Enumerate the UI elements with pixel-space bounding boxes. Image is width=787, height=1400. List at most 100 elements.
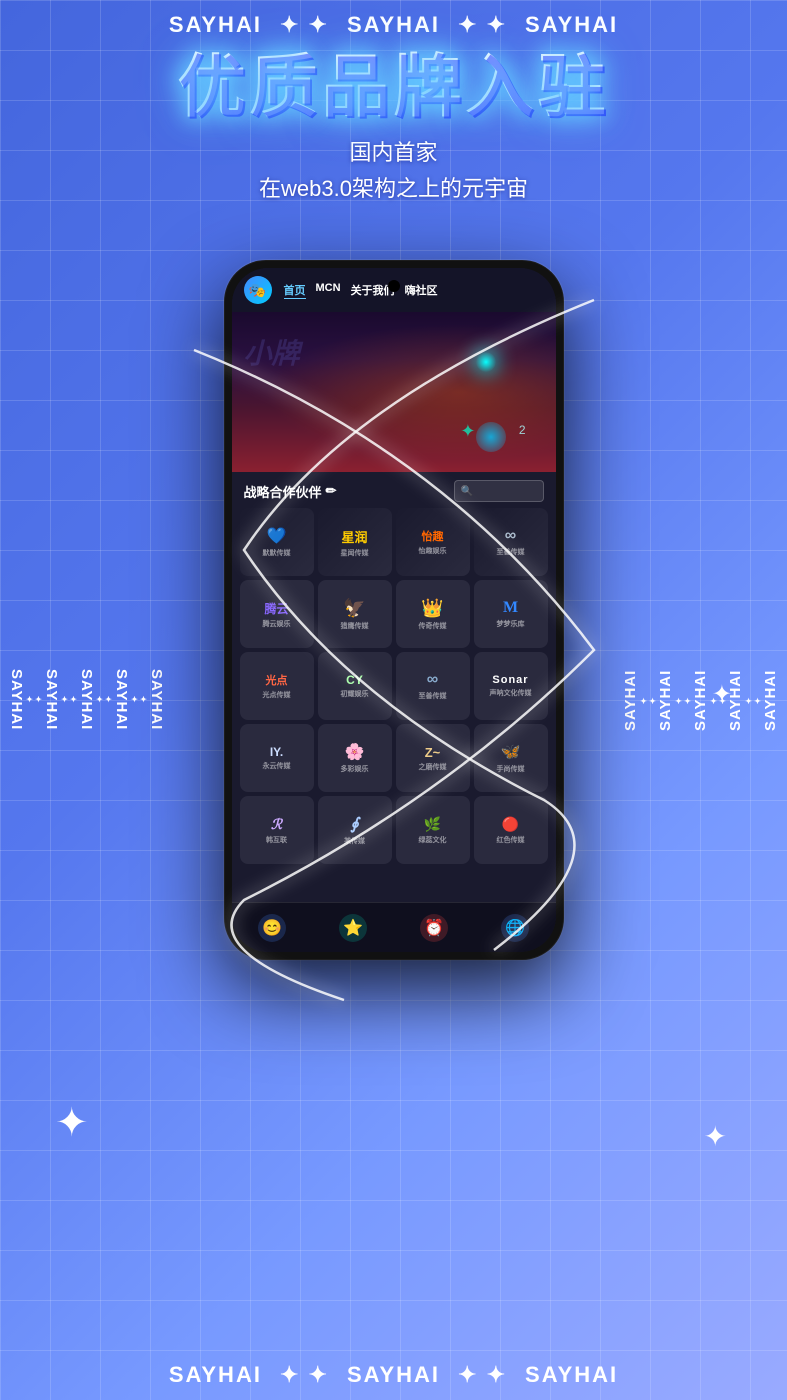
- brand-card-13[interactable]: IY. 永云传媒: [240, 724, 314, 792]
- nav-links: 首页 MCN 关于我们 嗨社区: [284, 282, 438, 299]
- bottom-nav-icon-3: ⏰: [420, 914, 448, 942]
- brand-card-6[interactable]: 🦅 猎鹰传媒: [318, 580, 392, 648]
- brand-card-4[interactable]: ∞ 至善传媒: [474, 508, 548, 576]
- star-2: ✦ ✦: [458, 12, 507, 38]
- right-star-2: ✦: [648, 695, 657, 705]
- bottom-nav-item-1[interactable]: 😊: [258, 914, 286, 942]
- brand-logo-1: 💙 默默传媒: [246, 514, 308, 570]
- left-star-1: ✦: [139, 695, 148, 705]
- phone-bottom-nav: 😊 ⭐ ⏰ 🌐: [232, 902, 556, 952]
- brand-card-12[interactable]: Sonar 声呐文化传媒: [474, 652, 548, 720]
- nav-logo: 🎭: [244, 276, 272, 304]
- sub-title-2: 在web3.0架构之上的元宇宙: [60, 171, 727, 203]
- brand-card-2[interactable]: 星润 星闻传媒: [318, 508, 392, 576]
- right-text-5: SAYHAI: [762, 669, 779, 730]
- brand-logo-4: ∞ 至善传媒: [480, 514, 542, 570]
- left-star-8: ✦: [25, 695, 34, 705]
- brand-logo-20: 🔴 红色传媒: [480, 802, 542, 858]
- brand-name-1: 默默传媒: [263, 548, 291, 558]
- bottom-nav-item-3[interactable]: ⏰: [420, 914, 448, 942]
- brand-logo-3: 怡趣 怡趣娱乐: [402, 514, 464, 570]
- brand-card-1[interactable]: 💙 默默传媒: [240, 508, 314, 576]
- brand-name-6: 猎鹰传媒: [341, 621, 369, 631]
- right-text-2: SAYHAI: [657, 669, 674, 730]
- marquee-text-3: SAYHAI: [525, 12, 618, 38]
- brand-logo-2: 星润 星闻传媒: [324, 514, 386, 570]
- brand-card-14[interactable]: 🌸 多彩娱乐: [318, 724, 392, 792]
- nav-link-home[interactable]: 首页: [284, 282, 306, 299]
- pencil-icon: ✏: [326, 483, 337, 499]
- brand-card-17[interactable]: ℛ 韩互联: [240, 796, 314, 864]
- left-star-7: ✦: [34, 695, 43, 705]
- nav-link-mcn[interactable]: MCN: [316, 282, 341, 299]
- nav-link-community[interactable]: 嗨社区: [405, 282, 438, 299]
- brand-logo-13: IY. 永云传媒: [246, 730, 308, 786]
- brand-logo-9: 光点 光点传媒: [246, 658, 308, 714]
- yz-text: 星润: [341, 527, 369, 546]
- brand-logo-sonar: Sonar 声呐文化传媒: [480, 658, 542, 714]
- brand-name-4: 至善传媒: [497, 547, 525, 557]
- search-box[interactable]: 🔍: [454, 480, 544, 502]
- brand-logo-5: 腾云 腾云娱乐: [246, 586, 308, 642]
- brand-name-15: 之磨传媒: [419, 762, 447, 772]
- bottom-marquee: SAYHAI ✦ ✦ SAYHAI ✦ ✦ SAYHAI: [0, 1362, 787, 1388]
- brand-card-5[interactable]: 腾云 腾云娱乐: [240, 580, 314, 648]
- brand-logo-6: 🦅 猎鹰传媒: [324, 586, 386, 642]
- right-star-3: ✦: [674, 695, 683, 705]
- phone-hero-image: 小牌 ✦ 2: [232, 312, 556, 472]
- main-title: 优质品牌入驻: [60, 50, 727, 125]
- sparkle-icon-3: ✦: [704, 1120, 727, 1153]
- brand-name-11: 至善传媒: [419, 691, 447, 701]
- phone-screen: 🎭 首页 MCN 关于我们 嗨社区 小牌 ✦ 2: [232, 268, 556, 952]
- header-section: 优质品牌入驻 国内首家 在web3.0架构之上的元宇宙: [0, 50, 787, 203]
- brand-name-14: 多彩娱乐: [341, 764, 369, 774]
- bottom-nav-item-2[interactable]: ⭐: [339, 914, 367, 942]
- brand-name-5: 腾云娱乐: [263, 619, 291, 629]
- right-text-3: SAYHAI: [692, 669, 709, 730]
- right-text-1: SAYHAI: [622, 669, 639, 730]
- phone-outer-shell: 🎭 首页 MCN 关于我们 嗨社区 小牌 ✦ 2: [224, 260, 564, 960]
- right-star-4: ✦: [683, 695, 692, 705]
- brand-name-8: 梦梦乐库: [497, 619, 525, 629]
- brand-card-16[interactable]: 🦋 手尚传媒: [474, 724, 548, 792]
- partners-section: 战略合作伙伴 ✏ 🔍 💙 默默传媒: [232, 472, 556, 902]
- left-star-2: ✦: [130, 695, 139, 705]
- brand-card-11[interactable]: ∞ 至善传媒: [396, 652, 470, 720]
- brand-card-20[interactable]: 🔴 红色传媒: [474, 796, 548, 864]
- brand-name-20: 红色传媒: [497, 835, 525, 845]
- left-text-4: SAYHAI: [43, 669, 60, 730]
- brand-card-10[interactable]: CY 初耀娱乐: [318, 652, 392, 720]
- marquee-text-2: SAYHAI: [347, 12, 440, 38]
- brand-card-3[interactable]: 怡趣 怡趣娱乐: [396, 508, 470, 576]
- brand-card-19[interactable]: 🌿 绿蕊文化: [396, 796, 470, 864]
- sparkle-icon-1: ✦: [712, 680, 732, 709]
- brand-logo-8: M 梦梦乐库: [480, 586, 542, 642]
- partners-title: 战略合作伙伴 ✏: [244, 482, 337, 501]
- brand-card-8[interactable]: M 梦梦乐库: [474, 580, 548, 648]
- brand-card-18[interactable]: ∮ 某传媒: [318, 796, 392, 864]
- hero-glow-effect: [476, 352, 496, 372]
- brand-logo-16: 🦋 手尚传媒: [480, 730, 542, 786]
- brand-logo-19: 🌿 绿蕊文化: [402, 802, 464, 858]
- brand-card-15[interactable]: Z~ 之磨传媒: [396, 724, 470, 792]
- bottom-nav-item-4[interactable]: 🌐: [501, 914, 529, 942]
- left-star-5: ✦: [69, 695, 78, 705]
- brand-name-3: 怡趣娱乐: [419, 546, 447, 556]
- brand-card-9[interactable]: 光点 光点传媒: [240, 652, 314, 720]
- brand-name-2: 星闻传媒: [341, 548, 369, 558]
- right-star-1: ✦: [639, 695, 648, 705]
- bottom-text-1: SAYHAI: [169, 1362, 262, 1388]
- hero-text-decoration: 小牌: [244, 332, 300, 372]
- brand-card-7[interactable]: 👑 传奇传媒: [396, 580, 470, 648]
- brand-logo-11: ∞ 至善传媒: [402, 658, 464, 714]
- left-text-1: SAYHAI: [148, 669, 165, 730]
- sub-title-1: 国内首家: [60, 135, 727, 167]
- brand-grid: 💙 默默传媒 星润 星闻传媒: [232, 508, 556, 872]
- star-1: ✦ ✦: [280, 12, 329, 38]
- right-star-7: ✦: [744, 695, 753, 705]
- left-star-3: ✦: [104, 695, 113, 705]
- camera-hole: [388, 280, 400, 292]
- brand-name-17: 韩互联: [266, 835, 287, 845]
- brand-name-7: 传奇传媒: [419, 621, 447, 631]
- sparkle-icon-2: ✦: [55, 1100, 89, 1146]
